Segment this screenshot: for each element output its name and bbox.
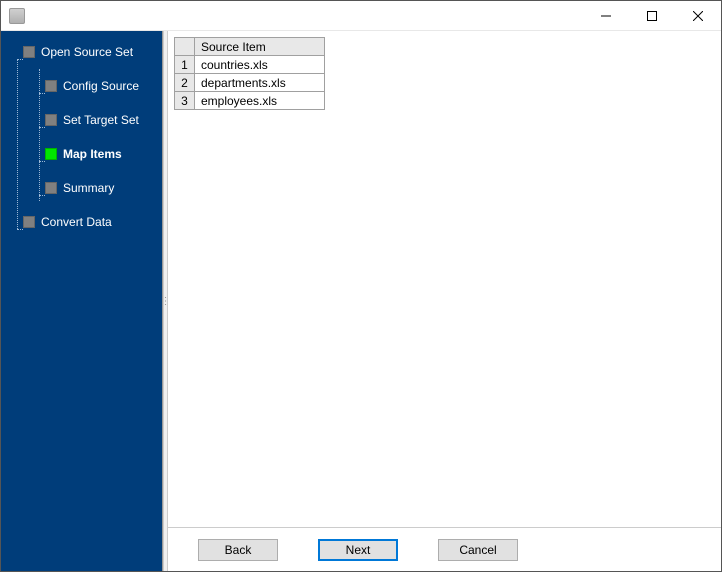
wizard-window: Open Source Set Config Source Set Target… [0,0,722,572]
step-label: Config Source [63,79,139,93]
maximize-button[interactable] [629,1,675,30]
step-box-icon [23,216,35,228]
titlebar [1,1,721,31]
row-number: 3 [175,92,195,110]
step-config-source[interactable]: Config Source [45,75,162,97]
minimize-button[interactable] [583,1,629,30]
step-label: Set Target Set [63,113,139,127]
source-item-cell[interactable]: departments.xls [195,74,325,92]
source-item-grid[interactable]: Source Item 1 countries.xls 2 department… [174,37,325,110]
grid-corner [175,38,195,56]
step-label: Open Source Set [41,45,133,59]
step-map-items[interactable]: Map Items [45,143,162,165]
source-item-cell[interactable]: countries.xls [195,56,325,74]
next-button[interactable]: Next [318,539,398,561]
step-box-icon [23,46,35,58]
grid-header-source-item[interactable]: Source Item [195,38,325,56]
content-area: Open Source Set Config Source Set Target… [1,31,721,571]
back-button[interactable]: Back [198,539,278,561]
table-row[interactable]: 2 departments.xls [175,74,325,92]
button-bar: Back Next Cancel [168,527,721,571]
cancel-button[interactable]: Cancel [438,539,518,561]
step-box-icon [45,148,57,160]
main-panel: Source Item 1 countries.xls 2 department… [168,31,721,571]
step-label: Summary [63,181,114,195]
step-convert-data[interactable]: Convert Data [23,211,162,233]
step-label: Map Items [63,147,122,161]
close-button[interactable] [675,1,721,30]
table-row[interactable]: 1 countries.xls [175,56,325,74]
step-box-icon [45,182,57,194]
app-icon [9,8,25,24]
row-number: 2 [175,74,195,92]
step-set-target-set[interactable]: Set Target Set [45,109,162,131]
row-number: 1 [175,56,195,74]
source-item-cell[interactable]: employees.xls [195,92,325,110]
wizard-steps-sidebar: Open Source Set Config Source Set Target… [1,31,163,571]
step-box-icon [45,114,57,126]
step-summary[interactable]: Summary [45,177,162,199]
step-open-source-set[interactable]: Open Source Set [23,41,162,63]
window-controls [583,1,721,30]
table-row[interactable]: 3 employees.xls [175,92,325,110]
step-label: Convert Data [41,215,112,229]
step-box-icon [45,80,57,92]
